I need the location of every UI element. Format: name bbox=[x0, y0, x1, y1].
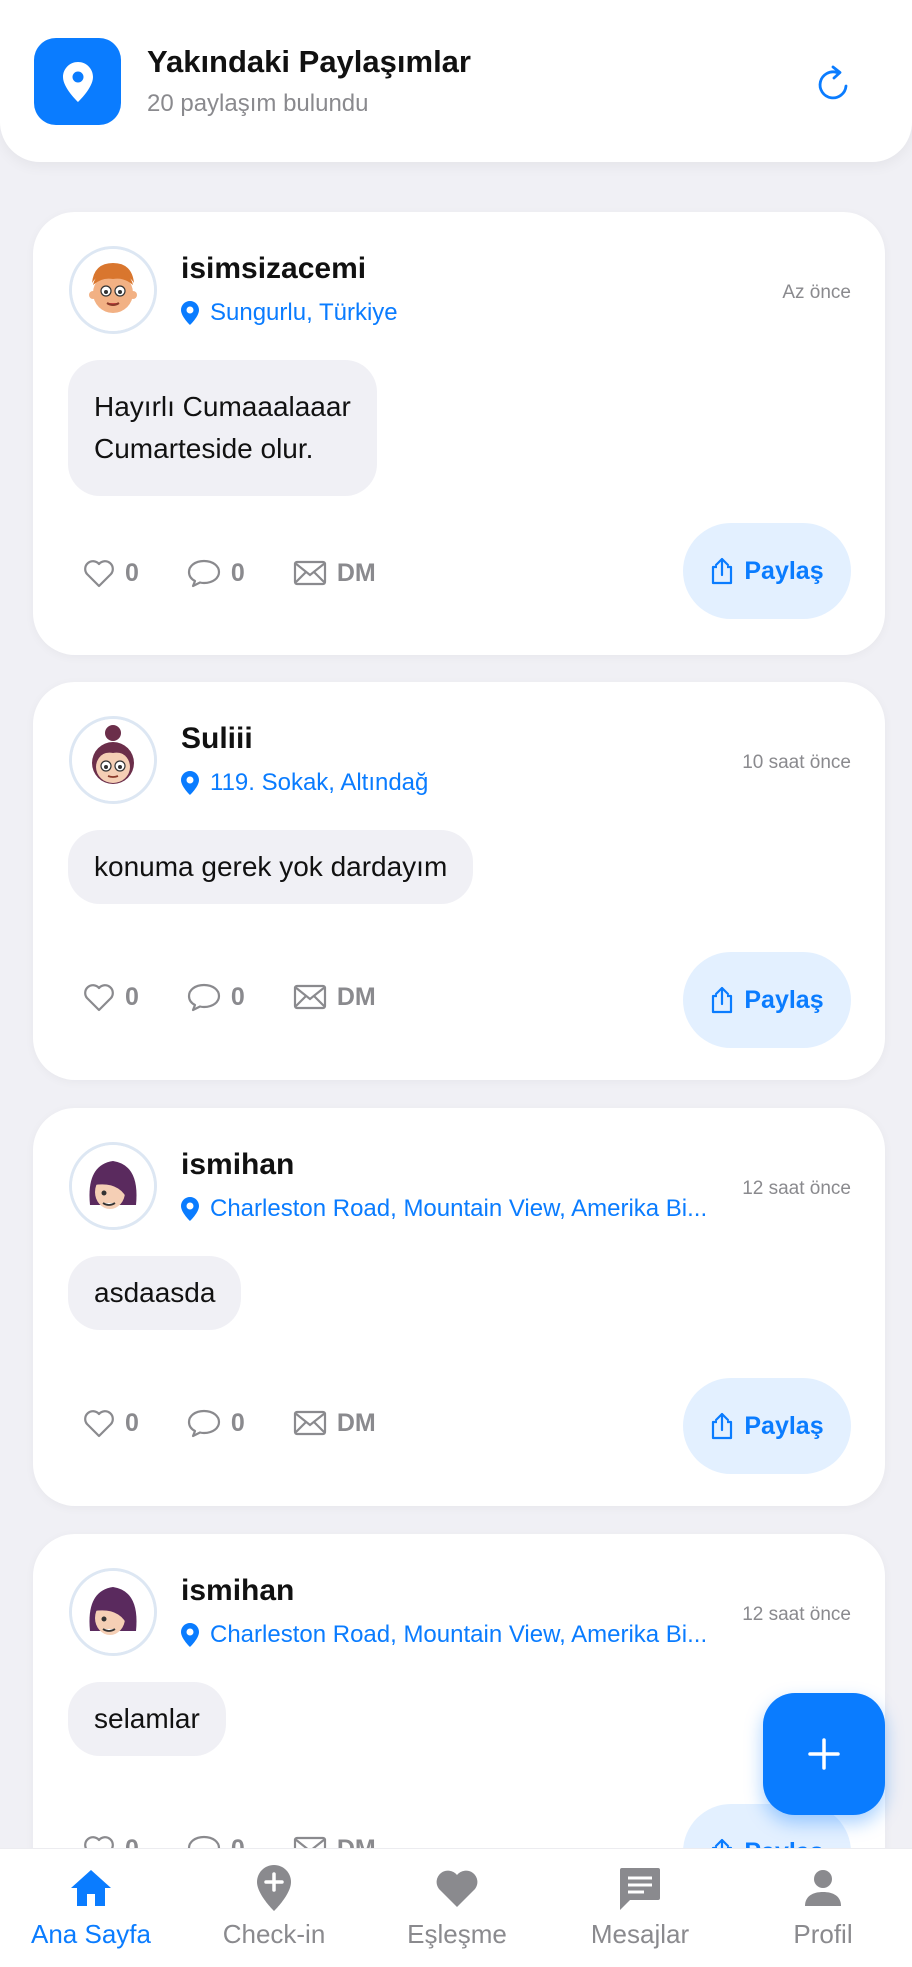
post-text: Hayırlı Cumaaalaaar Cumarteside olur. bbox=[68, 360, 377, 496]
avatar[interactable] bbox=[69, 1568, 157, 1656]
nav-label: Ana Sayfa bbox=[31, 1919, 151, 1949]
post-card[interactable]: Suliii 119. Sokak, Altındağ 10 saat önce… bbox=[33, 682, 885, 1080]
mail-icon bbox=[293, 1410, 326, 1436]
comment-icon bbox=[187, 559, 221, 588]
comment-button[interactable]: 0 bbox=[187, 982, 245, 1012]
like-button[interactable]: 0 bbox=[83, 982, 139, 1012]
share-button[interactable]: Paylaş bbox=[683, 1378, 851, 1474]
like-count: 0 bbox=[125, 558, 139, 587]
dm-button[interactable]: DM bbox=[293, 983, 376, 1012]
nav-item-checkin[interactable]: Check-in bbox=[183, 1849, 365, 1967]
comment-icon bbox=[187, 1409, 221, 1438]
location-pin-icon bbox=[181, 771, 199, 795]
post-card[interactable]: isimsizacemi Sungurlu, Türkiye Az önce H… bbox=[33, 212, 885, 655]
new-post-button[interactable] bbox=[763, 1693, 885, 1815]
refresh-icon bbox=[818, 65, 848, 100]
username[interactable]: Suliii bbox=[181, 722, 253, 756]
location-pin-icon bbox=[181, 1623, 199, 1647]
nav-label: Eşleşme bbox=[407, 1919, 507, 1949]
comment-icon bbox=[187, 983, 221, 1012]
mail-icon bbox=[293, 984, 326, 1010]
mail-icon bbox=[293, 560, 326, 586]
bottom-nav: Ana Sayfa Check-in Eşleşme Mesajlar Prof… bbox=[0, 1848, 912, 1967]
post-time: 12 saat önce bbox=[742, 1178, 851, 1199]
location-text: Charleston Road, Mountain View, Amerika … bbox=[210, 1195, 708, 1222]
post-location[interactable]: Sungurlu, Türkiye bbox=[181, 299, 398, 327]
post-text-line-1: Hayırlı Cumaaalaaar bbox=[94, 391, 351, 422]
location-text: 119. Sokak, Altındağ bbox=[210, 769, 429, 796]
heart-icon bbox=[84, 560, 114, 588]
message-icon bbox=[620, 1868, 660, 1910]
refresh-button[interactable] bbox=[812, 62, 856, 106]
header: Yakındaki Paylaşımlar 20 paylaşım bulund… bbox=[0, 0, 912, 162]
share-button[interactable]: Paylaş bbox=[683, 523, 851, 619]
heart-icon bbox=[84, 984, 114, 1012]
post-text: konuma gerek yok dardayım bbox=[68, 830, 474, 904]
username[interactable]: ismihan bbox=[181, 1148, 294, 1182]
heart-icon bbox=[436, 1870, 478, 1907]
location-add-icon bbox=[257, 1865, 291, 1911]
post-location[interactable]: Charleston Road, Mountain View, Amerika … bbox=[181, 1621, 707, 1649]
post-text-line-2: Cumarteside olur. bbox=[94, 433, 314, 464]
like-count: 0 bbox=[125, 1408, 139, 1437]
location-pin-icon bbox=[62, 61, 93, 102]
comment-button[interactable]: 0 bbox=[187, 558, 245, 588]
post-actions: 0 0 DM bbox=[83, 558, 424, 588]
dm-button[interactable]: DM bbox=[293, 1409, 376, 1438]
post-card[interactable]: ismihan Charleston Road, Mountain View, … bbox=[33, 1108, 885, 1506]
share-label: Paylaş bbox=[744, 556, 824, 585]
dm-label: DM bbox=[336, 1408, 376, 1437]
home-icon bbox=[71, 1870, 111, 1906]
share-icon bbox=[712, 557, 733, 585]
app-logo bbox=[34, 38, 121, 125]
page-title: Yakındaki Paylaşımlar bbox=[147, 44, 471, 79]
nav-item-match[interactable]: Eşleşme bbox=[366, 1849, 548, 1967]
nav-label: Mesajlar bbox=[590, 1919, 690, 1949]
share-button[interactable]: Paylaş bbox=[683, 952, 851, 1048]
username[interactable]: ismihan bbox=[181, 1574, 294, 1608]
post-location[interactable]: 119. Sokak, Altındağ bbox=[181, 769, 428, 797]
comment-count: 0 bbox=[230, 982, 245, 1011]
share-icon bbox=[712, 986, 733, 1014]
post-time: 12 saat önce bbox=[742, 1604, 851, 1625]
result-count: 20 paylaşım bulundu bbox=[147, 90, 369, 117]
nav-item-home[interactable]: Ana Sayfa bbox=[0, 1849, 182, 1967]
share-label: Paylaş bbox=[744, 985, 824, 1014]
nav-label: Profil bbox=[793, 1919, 853, 1949]
dm-label: DM bbox=[336, 558, 376, 587]
post-location[interactable]: Charleston Road, Mountain View, Amerika … bbox=[181, 1195, 707, 1223]
plus-icon bbox=[808, 1738, 840, 1770]
post-time: 10 saat önce bbox=[742, 752, 851, 773]
post-text: asdaasda bbox=[68, 1256, 242, 1330]
feed: isimsizacemi Sungurlu, Türkiye Az önce H… bbox=[0, 0, 912, 1967]
comment-count: 0 bbox=[230, 1408, 245, 1437]
dm-label: DM bbox=[336, 982, 376, 1011]
like-button[interactable]: 0 bbox=[83, 1408, 139, 1438]
heart-icon bbox=[84, 1410, 114, 1438]
share-icon bbox=[712, 1412, 733, 1440]
share-label: Paylaş bbox=[744, 1411, 824, 1440]
avatar[interactable] bbox=[69, 716, 157, 804]
location-text: Sungurlu, Türkiye bbox=[210, 299, 398, 326]
post-time: Az önce bbox=[782, 282, 851, 303]
avatar[interactable] bbox=[69, 1142, 157, 1230]
nav-label: Check-in bbox=[222, 1919, 326, 1949]
dm-button[interactable]: DM bbox=[293, 559, 376, 588]
location-text: Charleston Road, Mountain View, Amerika … bbox=[210, 1621, 708, 1648]
post-actions: 0 0 DM bbox=[83, 1408, 424, 1438]
nav-item-profile[interactable]: Profil bbox=[732, 1849, 912, 1967]
location-pin-icon bbox=[181, 301, 199, 325]
post-text: selamlar bbox=[68, 1682, 226, 1756]
username[interactable]: isimsizacemi bbox=[181, 252, 366, 286]
comment-count: 0 bbox=[230, 558, 245, 587]
avatar[interactable] bbox=[69, 246, 157, 334]
person-icon bbox=[805, 1870, 841, 1906]
post-actions: 0 0 DM bbox=[83, 982, 424, 1012]
like-button[interactable]: 0 bbox=[83, 558, 139, 588]
like-count: 0 bbox=[125, 982, 139, 1011]
comment-button[interactable]: 0 bbox=[187, 1408, 245, 1438]
location-pin-icon bbox=[181, 1197, 199, 1221]
nav-item-messages[interactable]: Mesajlar bbox=[549, 1849, 731, 1967]
